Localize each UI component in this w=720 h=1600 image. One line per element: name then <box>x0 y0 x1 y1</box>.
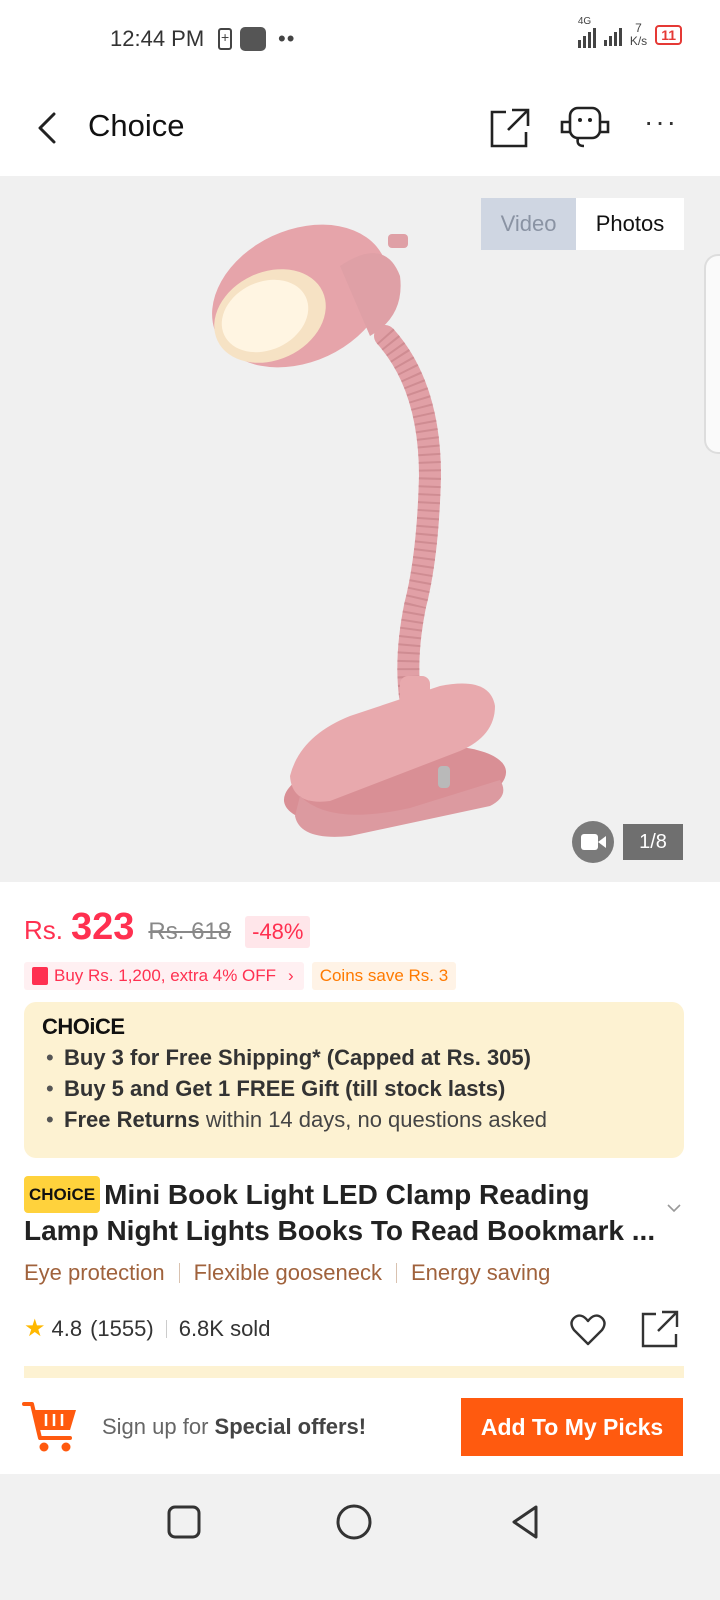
home-icon[interactable] <box>334 1502 374 1542</box>
current-price: 323 <box>71 906 135 948</box>
status-right: 4G 7 K/s 11 <box>577 16 682 48</box>
divider <box>178 1263 180 1283</box>
discount-badge: -48% <box>245 916 311 948</box>
tab-video[interactable]: Video <box>481 198 576 250</box>
review-count: (1555) <box>90 1315 154 1341</box>
coins-promo: Coins save Rs. 3 <box>311 962 457 990</box>
benefit-item: Free Returns within 14 days, no question… <box>42 1104 666 1135</box>
price-row: Rs. 323 Rs. 618 -48% <box>24 906 311 949</box>
benefit-item: Buy 5 and Get 1 FREE Gift (till stock la… <box>42 1073 666 1104</box>
recent-apps-icon[interactable] <box>164 1502 204 1542</box>
battery-saver-icon <box>218 28 232 50</box>
more-button[interactable]: ··· <box>636 102 686 152</box>
star-icon: ★ <box>24 1315 46 1342</box>
video-camera-icon <box>581 834 606 850</box>
product-title-text: Mini Book Light LED Clamp Reading Lamp N… <box>24 1179 656 1246</box>
add-to-picks-button[interactable]: Add To My Picks <box>461 1398 683 1456</box>
image-counter: 1/8 <box>623 824 683 860</box>
bottom-action-bar: Sign up for Special offers! Add To My Pi… <box>0 1378 720 1474</box>
chevron-right-icon: › <box>288 966 294 985</box>
rating-value: 4.8 <box>51 1315 83 1341</box>
share-button[interactable] <box>484 102 534 152</box>
product-title-block[interactable]: CHOiCE Mini Book Light LED Clamp Reading … <box>24 1176 664 1248</box>
product-gallery[interactable]: Video Photos 1/8 <box>0 176 720 882</box>
signal-icon <box>577 26 596 48</box>
media-tabs: Video Photos <box>481 198 684 250</box>
choice-badge: CHOiCE <box>24 1176 101 1213</box>
promo-row: Buy Rs. 1,200, extra 4% OFF › Coins save… <box>24 962 457 990</box>
tab-photos[interactable]: Photos <box>576 198 684 250</box>
signup-prompt[interactable]: Sign up for Special offers! <box>102 1414 366 1440</box>
choice-benefits[interactable]: CHOiCE Buy 3 for Free Shipping* (Capped … <box>24 1002 684 1158</box>
page-title: Choice <box>88 108 185 143</box>
play-video-button[interactable] <box>572 821 614 863</box>
network-speed: 7 K/s <box>629 21 648 48</box>
heart-icon <box>570 1314 606 1346</box>
status-bar: 12:44 PM •• 4G 7 K/s 11 <box>0 0 720 80</box>
share-product-button[interactable] <box>640 1308 680 1350</box>
header: Choice ··· <box>0 80 720 176</box>
more-icon: ··· <box>644 106 678 137</box>
choice-logo: CHOiCE <box>42 1014 125 1039</box>
battery-icon: 11 <box>655 25 682 45</box>
benefit-item: Buy 3 for Free Shipping* (Capped at Rs. … <box>42 1042 666 1073</box>
share-icon <box>490 108 530 148</box>
customer-support-icon <box>560 106 610 148</box>
divider <box>165 1319 167 1338</box>
system-nav-bar <box>0 1474 720 1600</box>
product-image <box>212 224 507 837</box>
product-title: CHOiCE Mini Book Light LED Clamp Reading … <box>24 1176 664 1248</box>
signal-icon-2 <box>603 24 622 46</box>
rating-row[interactable]: ★ 4.8 (1555) 6.8K sold <box>24 1314 270 1343</box>
app-notification-icon <box>240 27 266 51</box>
feature-tag: Energy saving <box>410 1260 551 1285</box>
feature-tags: Eye protection Flexible gooseneck Energy… <box>24 1260 550 1286</box>
system-back-icon[interactable] <box>506 1502 546 1542</box>
divider <box>395 1263 397 1283</box>
cart-icon[interactable] <box>22 1398 80 1454</box>
wishlist-button[interactable] <box>568 1310 608 1350</box>
customer-support-button[interactable] <box>556 102 610 152</box>
feature-tag: Flexible gooseneck <box>193 1260 382 1285</box>
share-icon <box>641 1310 679 1348</box>
coupon-icon <box>32 967 48 985</box>
bundle-promo-text: Buy Rs. 1,200, extra 4% OFF <box>54 966 277 985</box>
network-type-label: 4G <box>577 16 592 27</box>
price-currency: Rs. <box>24 915 63 945</box>
choice-strip <box>24 1366 684 1378</box>
back-icon <box>38 112 56 144</box>
side-panel-handle[interactable] <box>704 254 720 454</box>
back-button[interactable] <box>30 106 70 150</box>
status-time: 12:44 PM <box>110 26 205 51</box>
feature-tag: Eye protection <box>24 1260 165 1285</box>
more-notifications-icon: •• <box>278 26 296 51</box>
original-price: Rs. 618 <box>148 918 232 945</box>
bundle-promo[interactable]: Buy Rs. 1,200, extra 4% OFF › <box>24 962 304 990</box>
sold-count: 6.8K sold <box>178 1315 271 1341</box>
notification-icons: •• <box>218 26 295 52</box>
chevron-down-icon[interactable] <box>664 1198 684 1218</box>
